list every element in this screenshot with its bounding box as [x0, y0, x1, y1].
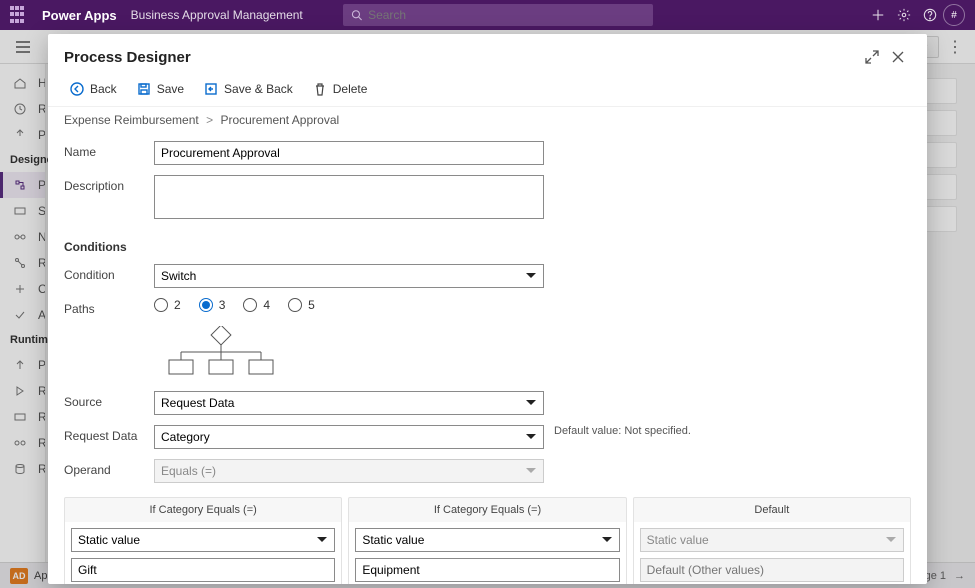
paths-radio-2[interactable]: 2: [154, 298, 181, 312]
save-button[interactable]: Save: [129, 78, 192, 100]
paths-radio-4[interactable]: 4: [243, 298, 270, 312]
condition-label: Condition: [64, 264, 154, 282]
trash-icon: [313, 82, 327, 96]
path-mode-select[interactable]: Static value: [355, 528, 619, 552]
paths-radio-3[interactable]: 3: [199, 298, 226, 312]
global-search[interactable]: [343, 4, 653, 26]
add-icon[interactable]: [865, 2, 891, 28]
condition-select[interactable]: Switch: [154, 264, 544, 288]
path-header: If Category Equals (=): [349, 498, 625, 522]
close-icon[interactable]: [885, 44, 911, 70]
source-select[interactable]: Request Data: [154, 391, 544, 415]
dialog-title: Process Designer: [64, 49, 191, 66]
paths-radio-5[interactable]: 5: [288, 298, 315, 312]
operand-label: Operand: [64, 459, 154, 477]
description-input[interactable]: [154, 175, 544, 219]
search-input[interactable]: [368, 8, 645, 22]
brand-name: Power Apps: [42, 8, 117, 23]
name-input[interactable]: [154, 141, 544, 165]
request-data-select[interactable]: Category: [154, 425, 544, 449]
conditions-title: Conditions: [64, 240, 911, 254]
back-arrow-icon: [70, 82, 84, 96]
path-column-0: If Category Equals (=) Static value: [64, 497, 342, 584]
path-column-1: If Category Equals (=) Static value: [348, 497, 626, 584]
save-back-button[interactable]: Save & Back: [196, 78, 301, 100]
description-label: Description: [64, 175, 154, 193]
app-name: Business Approval Management: [131, 8, 303, 22]
breadcrumb: Expense Reimbursement > Procurement Appr…: [64, 111, 911, 141]
paths-label: Paths: [64, 298, 154, 316]
save-icon: [137, 82, 151, 96]
crumb-root[interactable]: Expense Reimbursement: [64, 113, 199, 127]
name-label: Name: [64, 141, 154, 159]
path-mode-select[interactable]: Static value: [71, 528, 335, 552]
path-header: Default: [634, 498, 910, 522]
expand-icon[interactable]: [859, 44, 885, 70]
path-column-2: Default Static value: [633, 497, 911, 584]
path-mode-select: Static value: [640, 528, 904, 552]
gear-icon[interactable]: [891, 2, 917, 28]
avatar[interactable]: #: [943, 4, 965, 26]
help-icon[interactable]: [917, 2, 943, 28]
request-data-label: Request Data: [64, 425, 154, 443]
crumb-leaf: Procurement Approval: [220, 113, 339, 127]
app-launcher-icon[interactable]: [10, 6, 28, 24]
search-icon: [351, 9, 362, 21]
path-value-input: [640, 558, 904, 582]
branch-diagram: [154, 326, 911, 381]
delete-button[interactable]: Delete: [305, 78, 376, 100]
back-button[interactable]: Back: [62, 78, 125, 100]
path-value-input[interactable]: [355, 558, 619, 582]
source-label: Source: [64, 391, 154, 409]
path-header: If Category Equals (=): [65, 498, 341, 522]
save-back-icon: [204, 82, 218, 96]
operand-select: Equals (=): [154, 459, 544, 483]
default-note: Default value: Not specified.: [554, 425, 691, 437]
path-value-input[interactable]: [71, 558, 335, 582]
process-designer-dialog: Process Designer Back Save Save & Back D…: [48, 34, 927, 584]
